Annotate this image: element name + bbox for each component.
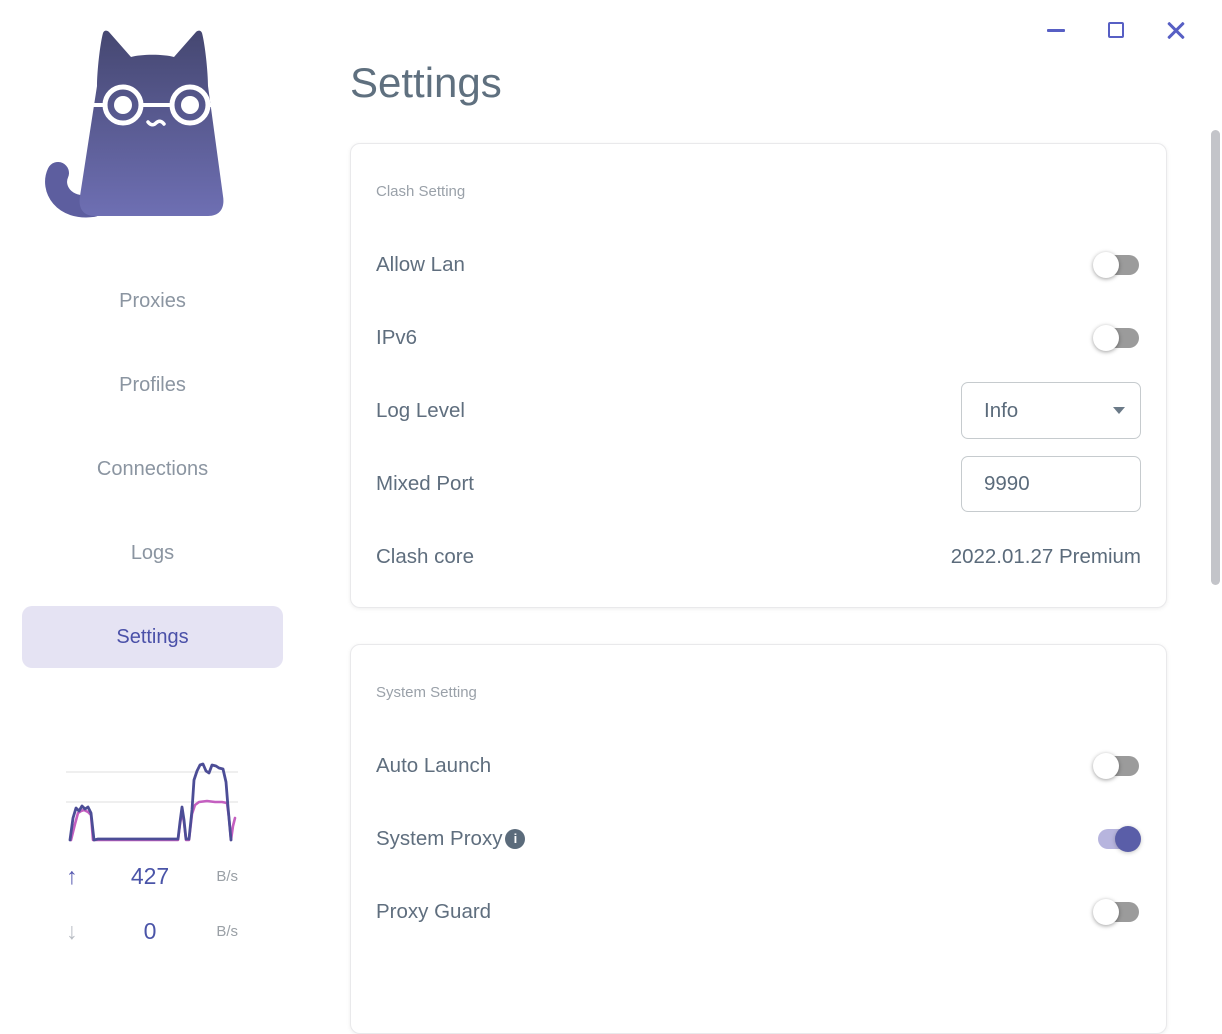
vertical-scrollbar-thumb[interactable] bbox=[1211, 130, 1220, 585]
card-header: Clash Setting bbox=[376, 183, 466, 200]
cat-logo bbox=[45, 30, 224, 218]
allow-lan-label: Allow Lan bbox=[376, 252, 465, 276]
ipv6-row: IPv6 bbox=[376, 301, 1141, 374]
sidebar-item-settings[interactable]: Settings bbox=[22, 606, 283, 668]
auto-launch-label: Auto Launch bbox=[376, 753, 492, 777]
info-icon[interactable]: i bbox=[505, 828, 526, 849]
page-title: Settings bbox=[350, 59, 502, 106]
log-level-selected-value: Info bbox=[984, 398, 1019, 422]
sidebar-item-label: Settings bbox=[116, 625, 189, 648]
log-level-label: Log Level bbox=[376, 398, 465, 422]
upload-unit: B/s bbox=[216, 867, 238, 885]
auto-launch-toggle[interactable] bbox=[1093, 752, 1141, 779]
upload-stat: ↑ 427 B/s bbox=[66, 856, 238, 896]
download-unit: B/s bbox=[216, 922, 238, 940]
proxy-guard-row: Proxy Guard bbox=[376, 875, 1141, 948]
auto-launch-row: Auto Launch bbox=[376, 729, 1141, 802]
sidebar-item-label: Proxies bbox=[119, 289, 186, 312]
traffic-graph bbox=[66, 762, 238, 842]
sidebar: Proxies Profiles Connections Logs Settin… bbox=[0, 0, 305, 956]
clash-core-version: 2022.01.27 Premium bbox=[950, 544, 1141, 568]
sidebar-item-profiles[interactable]: Profiles bbox=[22, 354, 283, 416]
maximize-icon bbox=[1108, 22, 1124, 38]
sidebar-item-label: Logs bbox=[130, 541, 175, 564]
toggle-thumb bbox=[1093, 752, 1119, 779]
minimize-icon bbox=[1047, 28, 1065, 32]
traffic-panel: ↑ 427 B/s ↓ 0 B/s bbox=[66, 752, 238, 951]
mixed-port-row: Mixed Port bbox=[376, 447, 1141, 520]
allow-lan-row: Allow Lan bbox=[376, 228, 1141, 301]
main-content: Settings Clash Setting Allow Lan IPv6 Lo… bbox=[350, 0, 1167, 1034]
toggle-thumb bbox=[1093, 251, 1119, 278]
upload-arrow-icon: ↑ bbox=[66, 862, 78, 889]
download-value: 0 bbox=[143, 917, 157, 944]
clash-setting-card: Clash Setting Allow Lan IPv6 Log Level I… bbox=[350, 143, 1167, 608]
log-level-row: Log Level Info bbox=[376, 374, 1141, 447]
window-controls bbox=[1040, 14, 1192, 46]
proxy-guard-label: Proxy Guard bbox=[376, 899, 492, 923]
system-proxy-label-text: System Proxy bbox=[376, 826, 503, 850]
mixed-port-input[interactable] bbox=[961, 455, 1141, 512]
clash-core-label: Clash core bbox=[376, 544, 474, 568]
ipv6-label: IPv6 bbox=[376, 325, 418, 349]
proxy-guard-toggle[interactable] bbox=[1093, 898, 1141, 925]
maximize-button[interactable] bbox=[1100, 14, 1132, 46]
sidebar-item-label: Profiles bbox=[119, 373, 186, 396]
clash-core-row: Clash core 2022.01.27 Premium bbox=[376, 520, 1141, 593]
allow-lan-toggle[interactable] bbox=[1093, 251, 1141, 278]
close-icon bbox=[1166, 20, 1186, 40]
upload-value: 427 bbox=[130, 862, 170, 889]
ipv6-toggle[interactable] bbox=[1093, 324, 1141, 351]
system-setting-card: System Setting Auto Launch System Proxy … bbox=[350, 644, 1167, 1034]
minimize-button[interactable] bbox=[1040, 14, 1072, 46]
system-proxy-label: System Proxy i bbox=[376, 826, 526, 851]
toggle-thumb bbox=[1115, 825, 1141, 852]
card-header: System Setting bbox=[376, 684, 477, 701]
sidebar-item-connections[interactable]: Connections bbox=[22, 438, 283, 500]
download-arrow-icon: ↓ bbox=[66, 917, 78, 944]
download-line bbox=[69, 799, 237, 842]
download-stat: ↓ 0 B/s bbox=[66, 911, 238, 951]
chevron-down-icon bbox=[1113, 407, 1125, 414]
mixed-port-label: Mixed Port bbox=[376, 471, 474, 495]
log-level-select[interactable]: Info bbox=[961, 382, 1141, 439]
toggle-thumb bbox=[1093, 324, 1119, 351]
sidebar-nav: Proxies Profiles Connections Logs Settin… bbox=[22, 270, 283, 690]
system-proxy-row: System Proxy i bbox=[376, 802, 1141, 875]
close-button[interactable] bbox=[1160, 14, 1192, 46]
sidebar-item-logs[interactable]: Logs bbox=[22, 522, 283, 584]
sidebar-item-label: Connections bbox=[96, 457, 209, 480]
toggle-thumb bbox=[1093, 898, 1119, 925]
sidebar-item-proxies[interactable]: Proxies bbox=[22, 270, 283, 332]
system-proxy-toggle[interactable] bbox=[1093, 825, 1141, 852]
